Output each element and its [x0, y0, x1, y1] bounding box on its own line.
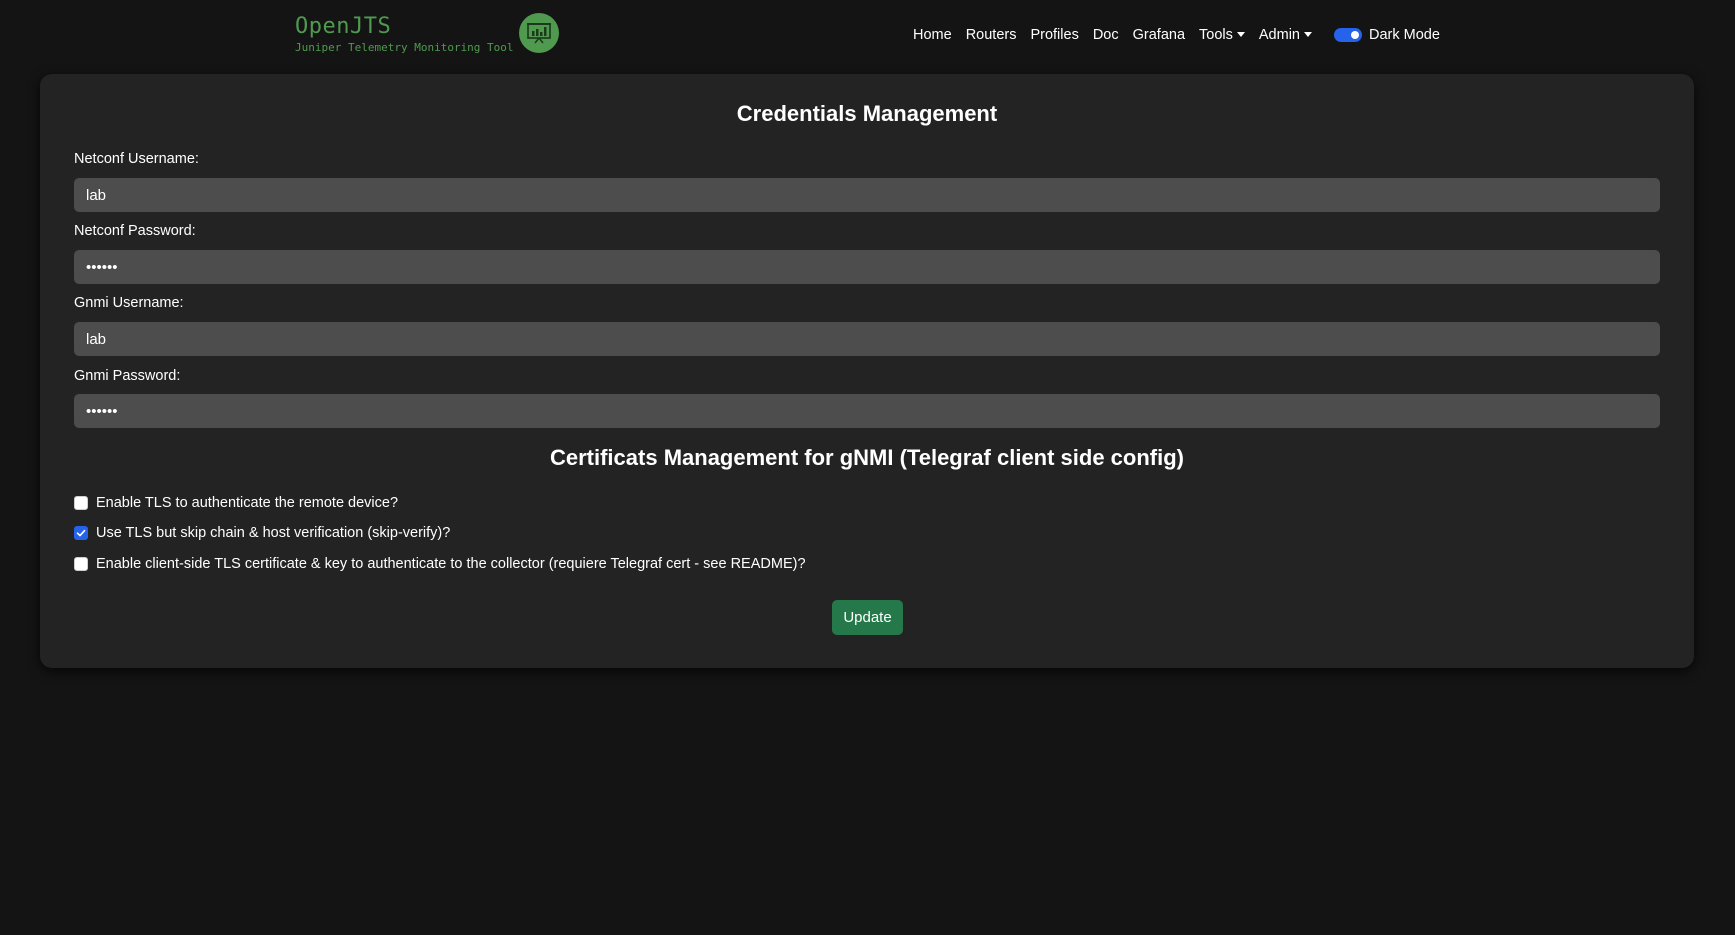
- gnmi-username-input[interactable]: [74, 322, 1660, 356]
- nav-admin-label: Admin: [1258, 27, 1300, 43]
- brand-link[interactable]: OpenJTS Juniper Telemetry Monitoring Too…: [295, 12, 559, 58]
- nav-home-link[interactable]: Home: [913, 27, 952, 43]
- nav-tools-dropdown[interactable]: Tools: [1199, 27, 1245, 43]
- main-nav: Home Routers Profiles Doc Grafana Tools …: [913, 22, 1440, 48]
- brand-text: OpenJTS Juniper Telemetry Monitoring Too…: [295, 15, 514, 55]
- chart-presentation-icon: [518, 13, 559, 53]
- nav-profiles-link[interactable]: Profiles: [1030, 27, 1078, 43]
- tls-authenticate-checkbox[interactable]: [74, 496, 88, 510]
- nav-admin-dropdown[interactable]: Admin: [1259, 27, 1312, 43]
- dark-mode-label: Dark Mode: [1369, 27, 1440, 43]
- tls-authenticate-label: Enable TLS to authenticate the remote de…: [96, 495, 399, 511]
- caret-down-icon: [1304, 32, 1312, 37]
- tls-authenticate-option: Enable TLS to authenticate the remote de…: [74, 495, 398, 511]
- nav-routers-link[interactable]: Routers: [966, 27, 1017, 43]
- gnmi-username-label: Gnmi Username:: [74, 295, 184, 311]
- dark-mode-toggle[interactable]: [1334, 28, 1362, 42]
- client-tls-cert-option: Enable client-side TLS certificate & key…: [74, 556, 806, 572]
- client-tls-cert-checkbox[interactable]: [74, 557, 88, 571]
- client-tls-cert-label: Enable client-side TLS certificate & key…: [96, 556, 806, 572]
- brand-subtitle: Juniper Telemetry Monitoring Tool: [295, 41, 514, 54]
- tls-skip-verify-label: Use TLS but skip chain & host verificati…: [96, 525, 451, 541]
- tls-skip-verify-option: Use TLS but skip chain & host verificati…: [74, 525, 450, 541]
- navbar: OpenJTS Juniper Telemetry Monitoring Too…: [0, 0, 1735, 70]
- nav-grafana-link[interactable]: Grafana: [1133, 27, 1185, 43]
- checkmark-icon: [76, 529, 86, 537]
- credentials-title: Credentials Management: [736, 101, 998, 126]
- certificates-title: Certificats Management for gNMI (Telegra…: [549, 445, 1184, 470]
- netconf-username-label: Netconf Username:: [74, 151, 199, 167]
- gnmi-password-input[interactable]: [74, 394, 1660, 428]
- dark-mode-switch: Dark Mode: [1334, 27, 1440, 43]
- netconf-username-input[interactable]: [74, 178, 1660, 212]
- caret-down-icon: [1236, 32, 1245, 37]
- toggle-knob: [1351, 31, 1359, 39]
- settings-card: Credentials Management Netconf Username:…: [40, 74, 1694, 668]
- nav-doc-link[interactable]: Doc: [1093, 27, 1119, 43]
- netconf-password-input[interactable]: [74, 250, 1660, 284]
- brand-title: OpenJTS: [295, 14, 392, 39]
- tls-skip-verify-checkbox[interactable]: [74, 526, 88, 540]
- netconf-password-label: Netconf Password:: [74, 223, 196, 239]
- update-button[interactable]: Update: [832, 600, 903, 635]
- nav-tools-label: Tools: [1199, 27, 1233, 43]
- gnmi-password-label: Gnmi Password:: [74, 368, 181, 384]
